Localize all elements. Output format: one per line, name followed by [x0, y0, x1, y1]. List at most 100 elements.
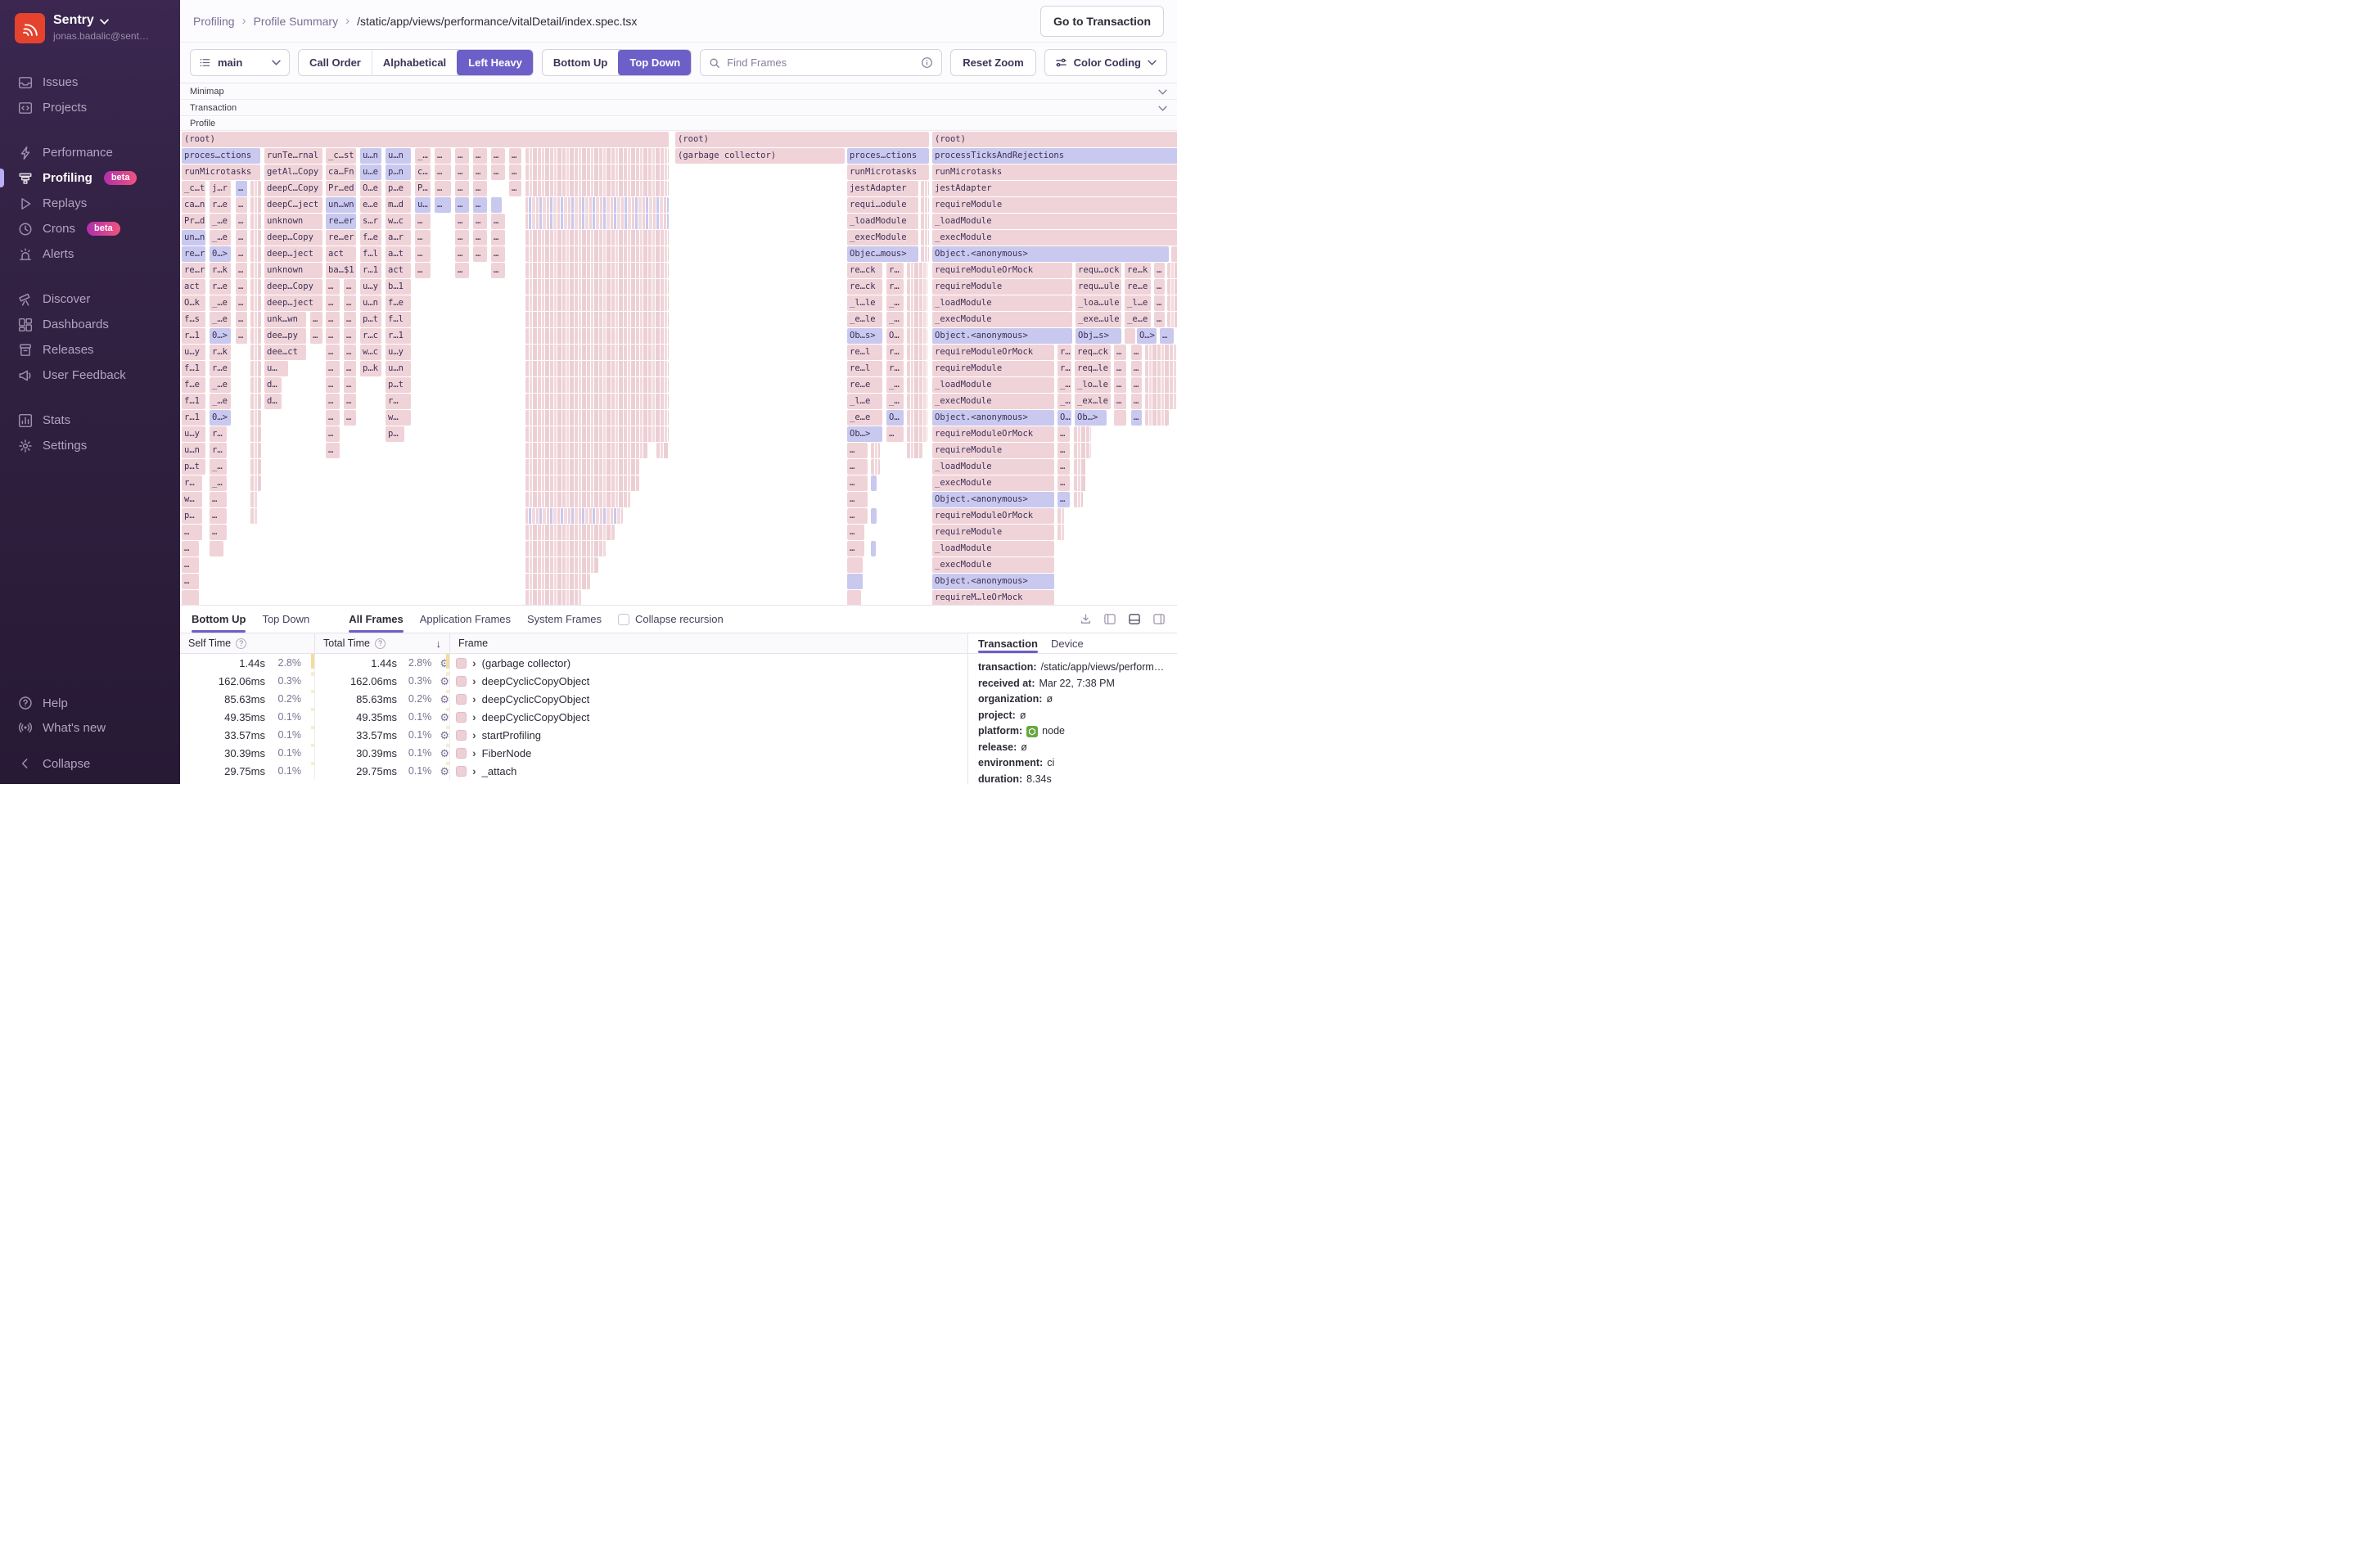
sort-left-heavy-button[interactable]: Left Heavy	[457, 49, 534, 76]
flame-frame[interactable]: _loadModule	[932, 214, 1177, 229]
flame-frame[interactable]	[871, 475, 877, 491]
flame-frame[interactable]: …	[236, 181, 247, 196]
flame-frame[interactable]: r…	[210, 426, 227, 442]
flame-frame[interactable]	[491, 197, 502, 213]
flame-dense-frames[interactable]	[1145, 410, 1169, 426]
flame-frame[interactable]: un…wn	[326, 197, 356, 213]
flame-frame[interactable]: …	[326, 345, 340, 360]
flame-frame[interactable]: deep…ject	[264, 246, 322, 262]
flame-frame[interactable]: …	[415, 263, 431, 278]
flame-frame[interactable]: f…s	[182, 312, 205, 327]
flame-frame[interactable]: …	[491, 263, 505, 278]
flame-frame[interactable]: _c…st	[326, 148, 356, 164]
flame-frame[interactable]: …	[1131, 377, 1142, 393]
flame-frame[interactable]: _…	[210, 475, 227, 491]
flame-frame[interactable]: …	[344, 345, 356, 360]
flame-dense-frames[interactable]	[525, 426, 669, 442]
flame-frame[interactable]: …	[491, 230, 505, 246]
flame-frame[interactable]: _…	[886, 312, 904, 327]
flame-frame[interactable]: b…1	[386, 279, 411, 295]
go-to-transaction-button[interactable]: Go to Transaction	[1040, 6, 1164, 37]
flame-frame[interactable]: p…t	[386, 377, 411, 393]
flame-dense-frames[interactable]	[907, 394, 927, 409]
flame-dense-frames[interactable]	[1074, 475, 1086, 491]
flame-frame[interactable]: …	[847, 492, 868, 507]
flame-dense-frames[interactable]	[907, 345, 927, 360]
flame-dense-frames[interactable]	[907, 377, 927, 393]
flame-frame[interactable]: deep…ject	[264, 295, 322, 311]
flame-frame[interactable]: _…	[415, 148, 431, 164]
flame-frame[interactable]: …	[847, 475, 868, 491]
flame-frame[interactable]: ca…Fn	[326, 164, 356, 180]
flame-frame[interactable]: requi…odule	[847, 197, 918, 213]
flame-frame[interactable]: …	[415, 246, 431, 262]
flame-dense-frames[interactable]	[250, 361, 261, 376]
tab-device[interactable]: Device	[1051, 633, 1084, 653]
flame-dense-frames[interactable]	[907, 328, 927, 344]
download-icon[interactable]	[1080, 613, 1092, 625]
flame-dense-frames[interactable]	[525, 345, 669, 360]
flame-frame[interactable]: O…	[886, 410, 904, 426]
flame-dense-frames[interactable]	[1145, 345, 1177, 360]
flame-frame[interactable]: requireModuleOrMock	[932, 426, 1054, 442]
flame-frame[interactable]: …	[847, 541, 864, 556]
flame-frame[interactable]: O…	[1057, 410, 1071, 426]
flame-frame[interactable]: _e…e	[847, 410, 882, 426]
flame-frame[interactable]: re…r	[182, 263, 205, 278]
flame-frame[interactable]: _execModule	[932, 394, 1054, 409]
flame-frame[interactable]: …	[491, 148, 505, 164]
frame-options-gear-icon[interactable]: ⚙	[440, 730, 449, 741]
frame-options-gear-icon[interactable]: ⚙	[440, 694, 449, 705]
flame-frame[interactable]: …	[435, 181, 451, 196]
flame-frame[interactable]: Ob…>	[1075, 410, 1107, 426]
flame-frame[interactable]: u…n	[386, 148, 411, 164]
flame-frame[interactable]: O…>	[1137, 328, 1157, 344]
flame-dense-frames[interactable]	[525, 443, 647, 458]
flame-dense-frames[interactable]	[921, 246, 929, 262]
flame-frame[interactable]: dee…py	[264, 328, 306, 344]
flame-frame[interactable]: re…l	[847, 345, 882, 360]
flame-frame[interactable]: processTicksAndRejections	[932, 148, 1177, 164]
flame-frame[interactable]: r…e	[210, 279, 231, 295]
flame-dense-frames[interactable]	[525, 312, 669, 327]
flame-frame[interactable]: requireModule	[932, 443, 1054, 458]
flame-frame[interactable]: dee…ct	[264, 345, 306, 360]
flame-dense-frames[interactable]	[1074, 492, 1083, 507]
tab-top-down[interactable]: Top Down	[262, 606, 309, 633]
breadcrumb-profiling[interactable]: Profiling	[193, 15, 235, 28]
flame-frame[interactable]: …	[435, 197, 451, 213]
flame-frame[interactable]: a…r	[386, 230, 411, 246]
flame-frame[interactable]: requireModuleOrMock	[932, 263, 1072, 278]
flame-frame[interactable]: _l…le	[847, 295, 882, 311]
flame-frame[interactable]: u…y	[386, 345, 411, 360]
flame-frame[interactable]: …	[1057, 443, 1070, 458]
flame-dense-frames[interactable]	[921, 230, 929, 246]
flame-frame[interactable]: w…c	[360, 345, 381, 360]
flame-frame[interactable]: p…t	[360, 312, 381, 327]
flame-frame[interactable]: Pr…d	[182, 214, 205, 229]
flame-frame[interactable]: _…	[886, 394, 904, 409]
find-frames-input[interactable]	[727, 56, 914, 69]
sort-desc-icon[interactable]: ↓	[436, 638, 442, 650]
tab-transaction[interactable]: Transaction	[978, 633, 1038, 653]
flame-frame[interactable]: ca…n	[182, 197, 205, 213]
flame-frame[interactable]: deepC…Copy	[264, 181, 322, 196]
flame-frame[interactable]: …	[415, 230, 431, 246]
flame-frame[interactable]: re…er	[326, 214, 356, 229]
flame-frame[interactable]: Ob…s>	[847, 328, 882, 344]
help-icon[interactable]: ?	[236, 638, 246, 649]
flame-frame[interactable]: req…ck	[1075, 345, 1111, 360]
flame-frame[interactable]: Object.<anonymous>	[932, 492, 1054, 507]
flame-frame[interactable]: …	[344, 377, 356, 393]
flame-frame[interactable]: …	[455, 148, 469, 164]
frame-options-gear-icon[interactable]: ⚙	[440, 712, 449, 723]
org-switcher[interactable]: Sentry jonas.badalic@sent…	[0, 0, 180, 52]
flame-frame[interactable]: s…r	[360, 214, 381, 229]
flame-frame[interactable]: …	[415, 214, 431, 229]
flame-frame[interactable]: …	[326, 295, 340, 311]
flame-dense-frames[interactable]	[250, 459, 261, 475]
expand-chevron-icon[interactable]: ›	[472, 746, 476, 759]
flame-frame[interactable]: re…r	[182, 246, 205, 262]
flame-frame[interactable]: (root)	[182, 132, 669, 147]
flame-frame[interactable]: requireModule	[932, 197, 1177, 213]
